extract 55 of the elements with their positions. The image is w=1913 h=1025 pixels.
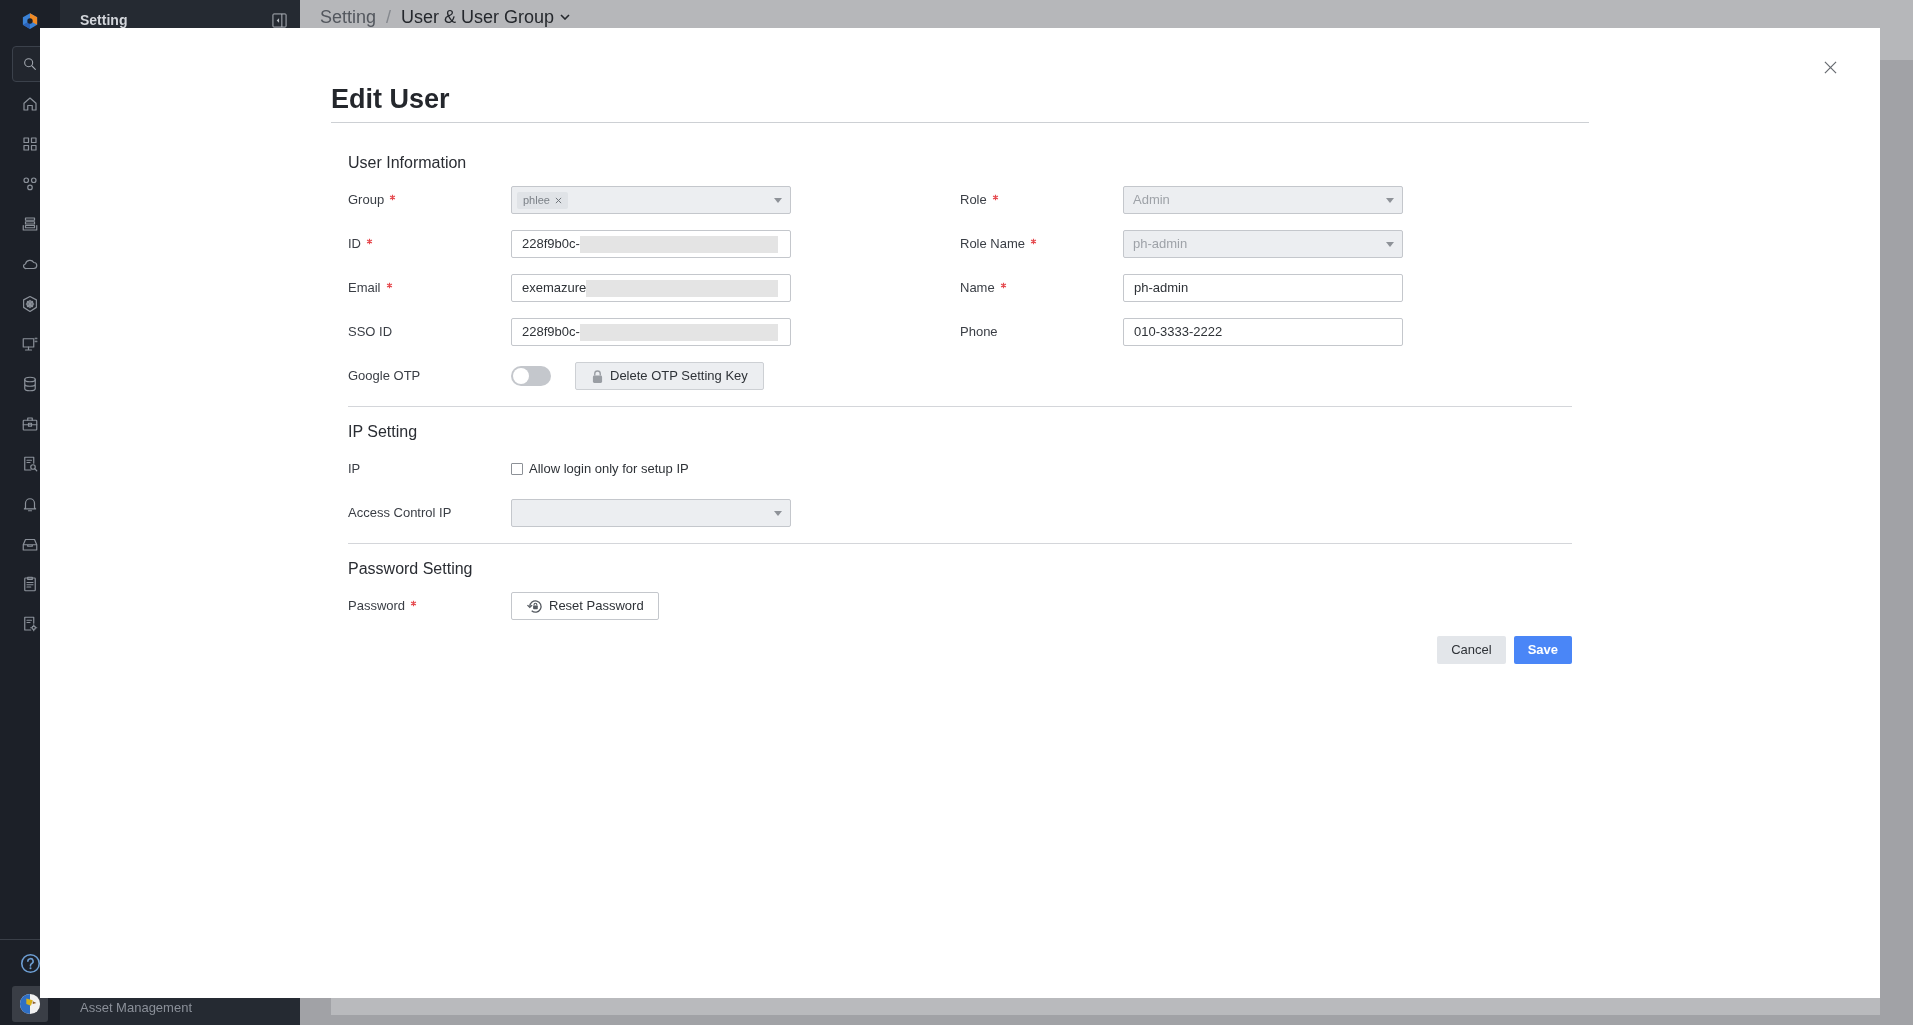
document-search-icon[interactable]: [21, 455, 39, 473]
field-label: Password: [348, 597, 406, 616]
field-label: Phone: [960, 323, 998, 342]
input-field[interactable]: 228f9b0c-: [511, 230, 791, 258]
toggle-switch[interactable]: [511, 366, 551, 386]
input-field[interactable]: 010-3333-2222: [1123, 318, 1403, 346]
input-field[interactable]: exemazure: [511, 274, 791, 302]
input-field[interactable]: ph-admin: [1123, 274, 1403, 302]
briefcase-icon[interactable]: [21, 415, 39, 433]
panel-title: Setting: [80, 10, 128, 30]
caret-down-icon: [1386, 241, 1394, 247]
dialog-title: Edit User: [331, 83, 450, 116]
close-icon[interactable]: [1824, 61, 1837, 74]
grid-icon[interactable]: [21, 135, 39, 153]
caret-down-icon: [774, 197, 782, 203]
field-label: Access Control IP: [348, 504, 452, 523]
search-icon: [22, 56, 38, 72]
section-title: IP Setting: [348, 422, 418, 442]
breadcrumb-link[interactable]: Setting: [320, 6, 377, 28]
section-title: Password Setting: [348, 559, 473, 579]
menu-item[interactable]: Asset Management: [80, 998, 192, 1018]
monitor-icon[interactable]: [21, 335, 39, 353]
input-field[interactable]: 228f9b0c-: [511, 318, 791, 346]
database-icon[interactable]: [21, 375, 39, 393]
lock-reset-icon: [526, 598, 543, 614]
lock-icon: [592, 369, 603, 383]
home-icon[interactable]: [21, 95, 39, 113]
field-label: Role: [960, 191, 987, 210]
circles-icon[interactable]: [21, 175, 39, 193]
caret-down-icon: [1386, 197, 1394, 203]
field-label: ID: [348, 235, 361, 254]
checkbox[interactable]: [511, 463, 523, 475]
field-label: IP: [348, 460, 361, 479]
breadcrumb-separator: /: [386, 6, 392, 28]
hexagon-logo-icon[interactable]: [21, 11, 39, 31]
caret-down-icon: [774, 510, 782, 516]
stack-icon[interactable]: [21, 215, 39, 233]
field-label: Role Name: [960, 235, 1026, 254]
checkbox-label[interactable]: Allow login only for setup IP: [529, 459, 689, 479]
collapse-panel-icon[interactable]: [272, 12, 287, 28]
hexagon-wheel-icon[interactable]: [21, 295, 39, 313]
help-icon[interactable]: [19, 952, 41, 974]
clipboard-icon[interactable]: [21, 575, 39, 593]
field-label: Email: [348, 279, 381, 298]
breadcrumb-dropdown[interactable]: User & User Group: [401, 6, 571, 28]
field-label: Name: [960, 279, 995, 298]
avatar-icon[interactable]: [19, 993, 41, 1015]
field-label: SSO ID: [348, 323, 393, 342]
cancel-button[interactable]: Cancel: [1437, 636, 1506, 664]
section-title: User Information: [348, 153, 467, 173]
field-label: Group: [348, 191, 385, 210]
field-label: Google OTP: [348, 367, 421, 386]
reset-password-button[interactable]: Reset Password: [511, 592, 659, 620]
bell-icon[interactable]: [21, 495, 39, 513]
document-gear-icon[interactable]: [21, 615, 39, 633]
